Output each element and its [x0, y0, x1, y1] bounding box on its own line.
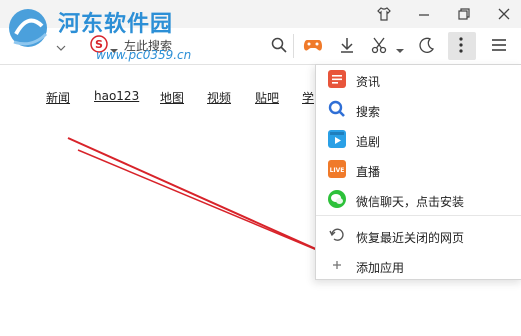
menu-item-news[interactable]: 资讯	[316, 65, 521, 95]
menu-item-label: 资讯	[356, 75, 381, 89]
menu-item-search[interactable]: 搜索	[316, 95, 521, 125]
menu-item-wechat[interactable]: 微信聊天，点击安装	[316, 185, 521, 215]
menu-item-label: 直播	[356, 165, 381, 179]
video-icon	[328, 130, 346, 148]
menu-item-label: 微信聊天，点击安装	[356, 195, 465, 209]
news-icon	[328, 70, 346, 88]
search-icon	[328, 100, 346, 118]
menu-item-add-app[interactable]: 添加应用	[316, 251, 521, 281]
menu-item-label: 添加应用	[356, 261, 405, 275]
wechat-icon	[328, 190, 346, 208]
live-icon: LIVE	[328, 160, 346, 178]
menu-item-label: 搜索	[356, 105, 381, 119]
menu-item-label: 追剧	[356, 135, 381, 149]
menu-item-live[interactable]: LIVE 直播	[316, 155, 521, 185]
more-dropdown-menu: 资讯 搜索 追剧 LIVE 直播 微信聊天，点击安装 恢复最近关闭的网页 添加应…	[315, 64, 521, 280]
menu-item-restore-closed[interactable]: 恢复最近关闭的网页	[316, 221, 521, 251]
menu-separator	[316, 215, 521, 216]
restore-icon	[328, 226, 346, 244]
svg-text:LIVE: LIVE	[330, 167, 345, 174]
plus-icon	[328, 256, 346, 274]
menu-item-label: 恢复最近关闭的网页	[356, 231, 465, 245]
menu-item-video[interactable]: 追剧	[316, 125, 521, 155]
